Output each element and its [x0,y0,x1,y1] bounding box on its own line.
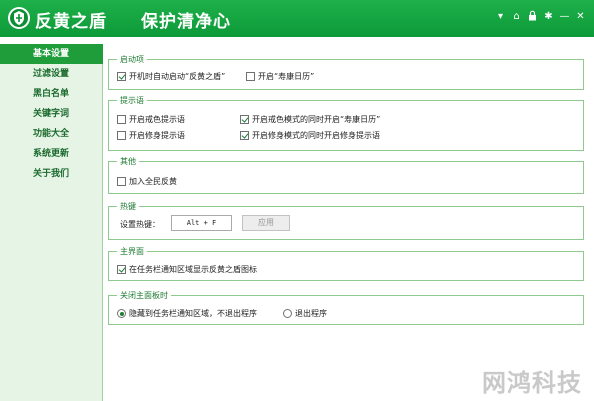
apply-button[interactable]: 应用 [242,215,290,231]
self-cultivation-mode-checkbox[interactable]: 开启修身模式的同时开启修身提示语 [240,130,380,141]
close-behavior-group: 关闭主面板时 隐藏到任务栏通知区域，不退出程序 退出程序 [108,290,584,325]
main-ui-group: 主界面 在任务栏通知区域显示反黄之盾图标 [108,246,584,281]
checkbox-box[interactable] [240,115,249,124]
checkbox-label: 开启戒色模式的同时开启“寿康日历” [252,115,381,124]
group-title: 热键 [117,201,139,212]
settings-panel: 启动项 开机时自动启动“反黄之盾” 开启“寿康日历” 提示语 开启戒色提示语 开… [104,44,594,401]
checkbox-label: 开启“寿康日历” [258,72,315,81]
sidebar-item-about-us[interactable]: 关于我们 [0,164,103,184]
radio-label: 退出程序 [295,309,327,318]
calendar-checkbox[interactable]: 开启“寿康日历” [246,71,314,82]
checkbox-label: 开启修身提示语 [129,131,185,140]
dropdown-icon[interactable]: ▾ [495,10,506,23]
watermark: 网鸿科技 [482,369,582,397]
checkbox-box[interactable] [240,131,249,140]
home-icon[interactable]: ⌂ [511,10,522,23]
checkbox-box[interactable] [117,131,126,140]
group-title: 关闭主面板时 [117,290,171,301]
hide-to-tray-radio[interactable]: 隐藏到任务栏通知区域，不退出程序 [117,308,257,319]
abstinence-calendar-checkbox[interactable]: 开启戒色模式的同时开启“寿康日历” [240,114,380,125]
group-title: 主界面 [117,246,147,257]
minimize-icon[interactable]: — [559,10,570,23]
shield-icon [8,7,30,29]
sidebar-item-black-white-list[interactable]: 黑白名单 [0,84,103,104]
group-title: 提示语 [117,95,147,106]
sidebar-item-features[interactable]: 功能大全 [0,124,103,144]
radio-button[interactable] [283,309,292,318]
gear-icon[interactable]: ✱ [543,10,554,23]
radio-button[interactable] [117,309,126,318]
checkbox-label: 开启修身模式的同时开启修身提示语 [252,131,380,140]
checkbox-box[interactable] [117,265,126,274]
checkbox-box[interactable] [117,115,126,124]
title-bar: 反黄之盾 保护清净心 ▾ ⌂ ✱ — ✕ [0,0,594,37]
hotkey-input[interactable]: Alt + F [171,215,232,231]
sidebar: 基本设置 过滤设置 黑白名单 关键字词 功能大全 系统更新 关于我们 [0,44,103,401]
sidebar-item-keywords[interactable]: 关键字词 [0,104,103,124]
hotkey-group: 热键 设置热键： Alt + F 应用 [108,201,584,240]
checkbox-label: 加入全民反黄 [129,177,177,186]
join-campaign-checkbox[interactable]: 加入全民反黄 [117,176,177,187]
checkbox-label: 开启戒色提示语 [129,115,185,124]
checkbox-box[interactable] [246,72,255,81]
sidebar-item-filter-settings[interactable]: 过滤设置 [0,64,103,84]
lock-icon[interactable] [527,10,538,23]
tray-icon-checkbox[interactable]: 在任务栏通知区域显示反黄之盾图标 [117,264,257,275]
abstinence-prompt-checkbox[interactable]: 开启戒色提示语 [117,114,185,125]
checkbox-label: 在任务栏通知区域显示反黄之盾图标 [129,265,257,274]
startup-group: 启动项 开机时自动启动“反黄之盾” 开启“寿康日历” [108,54,584,90]
app-title: 反黄之盾 [35,12,107,32]
checkbox-label: 开机时自动启动“反黄之盾” [129,72,226,81]
exit-program-radio[interactable]: 退出程序 [283,308,327,319]
prompt-group: 提示语 开启戒色提示语 开启戒色模式的同时开启“寿康日历” 开启修身提示语 开启… [108,95,584,151]
checkbox-box[interactable] [117,177,126,186]
checkbox-box[interactable] [117,72,126,81]
sidebar-item-basic-settings[interactable]: 基本设置 [0,44,103,64]
app-window: 反黄之盾 保护清净心 ▾ ⌂ ✱ — ✕ 基本设置 过滤设置 黑白名单 关键字词… [0,0,594,401]
group-title: 其他 [117,156,139,167]
close-icon[interactable]: ✕ [575,10,586,23]
group-title: 启动项 [117,54,147,65]
sidebar-item-system-update[interactable]: 系统更新 [0,144,103,164]
autostart-checkbox[interactable]: 开机时自动启动“反黄之盾” [117,71,225,82]
window-controls: ▾ ⌂ ✱ — ✕ [495,10,586,23]
radio-label: 隐藏到任务栏通知区域，不退出程序 [129,309,257,318]
self-cultivation-prompt-checkbox[interactable]: 开启修身提示语 [117,130,185,141]
app-slogan: 保护清净心 [141,12,231,32]
other-group: 其他 加入全民反黄 [108,156,584,194]
hotkey-label: 设置热键： [120,220,160,229]
